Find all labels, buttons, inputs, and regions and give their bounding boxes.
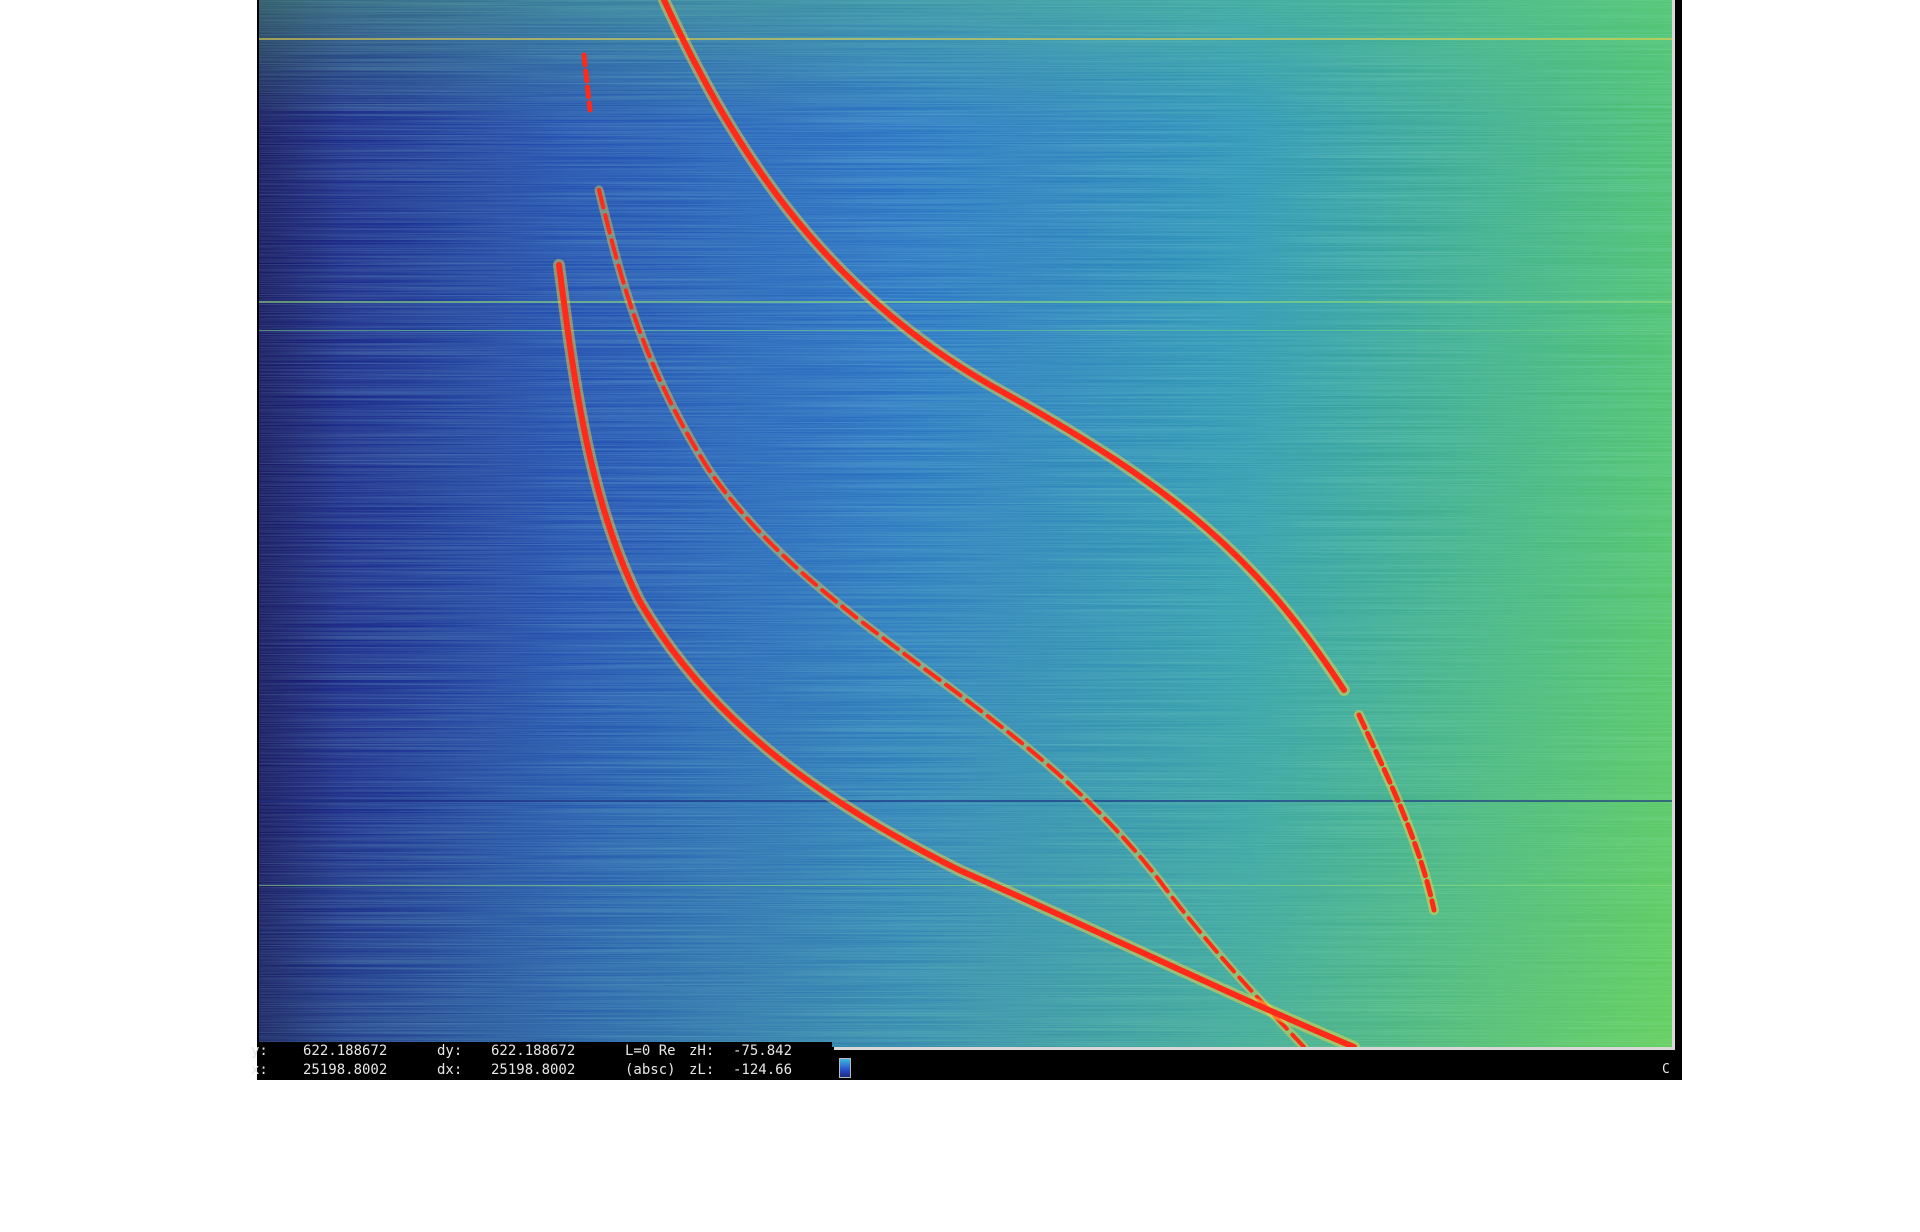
spectrogram-window: y: 622.188672 dy: 622.188672 L=0 Re zH: … (251, 0, 1682, 1080)
x-label: x: (251, 1062, 268, 1078)
dx-value: 25198.8002 (491, 1062, 576, 1078)
spectrogram-canvas[interactable] (259, 0, 1672, 1047)
x-value: 25198.8002 (303, 1062, 388, 1078)
spectrogram-top-tint (259, 0, 1672, 1047)
cursor-readout-status-bar: y: 622.188672 dy: 622.188672 L=0 Re zH: … (251, 1042, 832, 1080)
streak (259, 38, 1672, 40)
zh-value: -75.842 (733, 1043, 793, 1059)
plot-right-border (1672, 0, 1675, 1050)
streak (259, 330, 1672, 331)
mode-label: L=0 Re (625, 1043, 676, 1059)
zl-label: zL: (689, 1062, 715, 1078)
dy-label: dy: (437, 1043, 463, 1059)
status-row-y: y: 622.188672 dy: 622.188672 L=0 Re zH: … (251, 1042, 792, 1061)
streak (259, 800, 1672, 802)
y-value: 622.188672 (303, 1043, 388, 1059)
spectrogram-plot[interactable] (259, 0, 1672, 1047)
dy-value: 622.188672 (491, 1043, 576, 1059)
zh-label: zH: (689, 1043, 715, 1059)
streak (259, 301, 1672, 303)
absc-label: (absc) (625, 1062, 676, 1078)
dx-label: dx: (437, 1062, 463, 1078)
y-label: y: (251, 1043, 268, 1059)
zl-value: -124.66 (733, 1062, 793, 1078)
colormap-swatch-icon[interactable] (839, 1058, 851, 1078)
status-row-x: x: 25198.8002 dx: 25198.8002 (absc) zL: … (251, 1061, 792, 1080)
streak (259, 885, 1672, 886)
plot-bottom-border (834, 1047, 1675, 1050)
corner-label: C (1662, 1062, 1670, 1077)
